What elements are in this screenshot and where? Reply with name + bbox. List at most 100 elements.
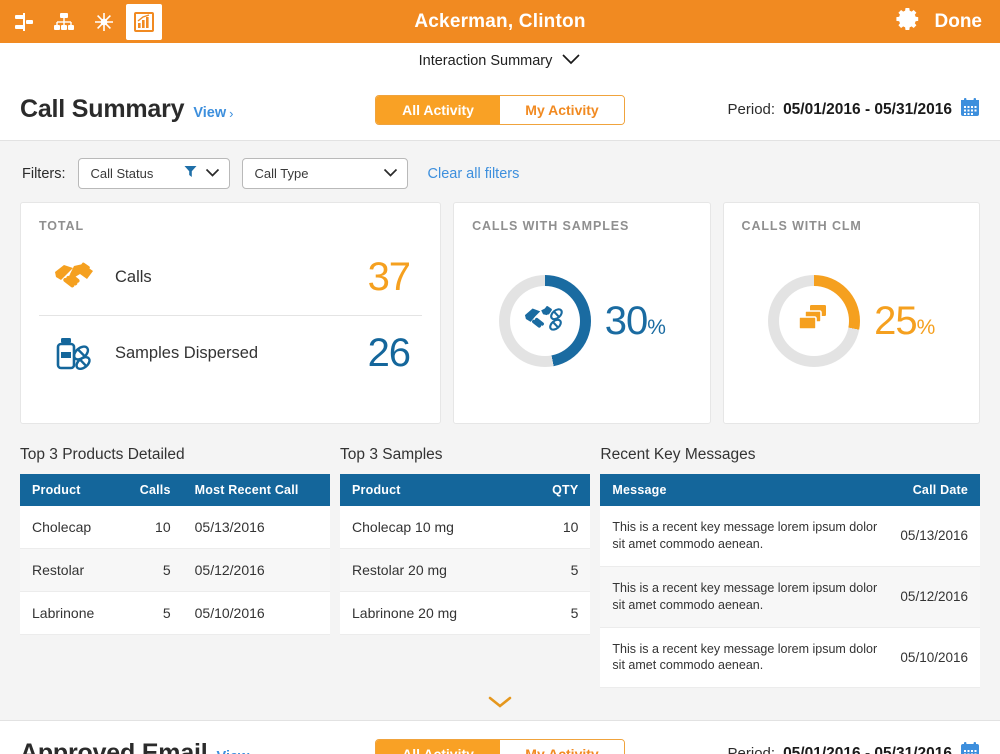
hierarchy-icon[interactable] <box>46 4 82 40</box>
donut-chart-clm <box>768 275 860 367</box>
table-row[interactable]: This is a recent key message lorem ipsum… <box>600 566 980 627</box>
gear-icon[interactable] <box>895 6 921 37</box>
table-header-row: Message Call Date <box>600 474 980 506</box>
donut-chart-samples <box>499 275 591 367</box>
cell-product: Cholecap <box>20 506 119 549</box>
tab-my-activity[interactable]: My Activity <box>500 740 624 754</box>
call-summary-header: Call Summary View › All Activity My Acti… <box>0 79 1000 141</box>
calendar-icon[interactable] <box>960 741 980 754</box>
total-calls-row: Calls 37 <box>39 239 422 315</box>
cell-qty: 10 <box>520 506 590 549</box>
cell-message: This is a recent key message lorem ipsum… <box>600 627 888 688</box>
call-summary-title-group: Call Summary View › <box>20 95 233 124</box>
column-header-call-date[interactable]: Call Date <box>888 474 980 506</box>
calls-with-samples-gauge: 30% <box>472 233 691 409</box>
table-row[interactable]: Restolar 5 05/12/2016 <box>20 549 330 592</box>
top-samples-caption: Top 3 Samples <box>340 446 590 464</box>
expand-section-button[interactable] <box>0 688 1000 720</box>
cell-calls: 5 <box>119 549 182 592</box>
tab-all-activity[interactable]: All Activity <box>376 740 500 754</box>
call-status-dropdown[interactable]: Call Status <box>78 158 230 189</box>
interaction-summary-selector[interactable]: Interaction Summary <box>0 43 1000 79</box>
done-button[interactable]: Done <box>935 11 983 33</box>
total-card: TOTAL Calls 37 <box>20 202 441 424</box>
call-summary-period: Period: 05/01/2016 - 05/31/2016 <box>728 97 980 122</box>
call-summary-activity-toggle[interactable]: All Activity My Activity <box>375 95 625 125</box>
network-hub-icon[interactable] <box>86 4 122 40</box>
cell-product: Cholecap 10 mg <box>340 506 520 549</box>
bar-chart-icon[interactable] <box>126 4 162 40</box>
table-header-row: Product Calls Most Recent Call <box>20 474 330 506</box>
cell-product: Restolar 20 mg <box>340 549 520 592</box>
top-products-block: Top 3 Products Detailed Product Calls Mo… <box>20 446 330 688</box>
total-calls-value: 37 <box>368 255 411 300</box>
calls-with-clm-card: CALLS WITH CLM <box>723 202 980 424</box>
chevron-right-icon: › <box>252 750 256 754</box>
cell-message: This is a recent key message lorem ipsum… <box>600 506 888 566</box>
period-value: 05/01/2016 - 05/31/2016 <box>783 101 952 119</box>
calendar-icon[interactable] <box>960 97 980 122</box>
cell-most-recent-call: 05/12/2016 <box>183 549 330 592</box>
column-header-qty[interactable]: QTY <box>520 474 590 506</box>
period-label: Period: <box>728 745 776 754</box>
approved-email-view-link[interactable]: View › <box>217 749 257 754</box>
chevron-right-icon: › <box>229 106 233 121</box>
period-value: 05/01/2016 - 05/31/2016 <box>783 745 952 754</box>
approved-email-activity-toggle[interactable]: All Activity My Activity <box>375 739 625 754</box>
total-calls-label: Calls <box>115 268 152 287</box>
percent-value: 30 <box>605 299 648 343</box>
column-header-most-recent-call[interactable]: Most Recent Call <box>183 474 330 506</box>
timeline-icon[interactable] <box>6 4 42 40</box>
table-row[interactable]: Restolar 20 mg 5 <box>340 549 590 592</box>
cell-most-recent-call: 05/10/2016 <box>183 592 330 635</box>
top-samples-block: Top 3 Samples Product QTY Cholecap 10 mg… <box>340 446 590 688</box>
table-header-row: Product QTY <box>340 474 590 506</box>
column-header-product[interactable]: Product <box>20 474 119 506</box>
call-type-label: Call Type <box>255 166 375 181</box>
column-header-message[interactable]: Message <box>600 474 888 506</box>
stat-card-row: TOTAL Calls 37 <box>0 202 1000 424</box>
cell-product: Labrinone 20 mg <box>340 592 520 635</box>
cell-call-date: 05/13/2016 <box>888 506 980 566</box>
total-samples-value: 26 <box>368 331 411 376</box>
view-link-label: View <box>217 749 250 754</box>
table-row[interactable]: This is a recent key message lorem ipsum… <box>600 506 980 566</box>
percent-value: 25 <box>874 299 917 343</box>
handshake-icon <box>53 260 101 294</box>
table-row[interactable]: Cholecap 10 05/13/2016 <box>20 506 330 549</box>
cell-calls: 10 <box>119 506 182 549</box>
call-status-label: Call Status <box>91 166 176 181</box>
period-label: Period: <box>728 101 776 118</box>
donut-hole <box>779 286 849 356</box>
cell-product: Labrinone <box>20 592 119 635</box>
table-row[interactable]: Labrinone 5 05/10/2016 <box>20 592 330 635</box>
app-top-bar: Ackerman, Clinton Done <box>0 0 1000 43</box>
cell-call-date: 05/12/2016 <box>888 566 980 627</box>
call-summary-view-link[interactable]: View › <box>193 105 233 121</box>
tab-all-activity[interactable]: All Activity <box>376 96 500 124</box>
view-link-label: View <box>193 105 226 121</box>
table-row[interactable]: This is a recent key message lorem ipsum… <box>600 627 980 688</box>
table-row[interactable]: Labrinone 20 mg 5 <box>340 592 590 635</box>
call-summary-title: Call Summary <box>20 95 184 124</box>
donut-hole <box>510 286 580 356</box>
recent-key-messages-block: Recent Key Messages Message Call Date Th… <box>600 446 980 688</box>
table-row[interactable]: Cholecap 10 mg 10 <box>340 506 590 549</box>
percent-symbol: % <box>647 316 665 339</box>
calls-with-samples-title: CALLS WITH SAMPLES <box>472 219 691 233</box>
call-type-dropdown[interactable]: Call Type <box>242 158 408 189</box>
chevron-down-icon <box>205 165 220 183</box>
approved-email-header: Approved Email View › All Activity My Ac… <box>0 720 1000 754</box>
percent-symbol: % <box>917 316 935 339</box>
filters-bar: Filters: Call Status Call Type Clear all… <box>0 141 1000 202</box>
column-header-product[interactable]: Product <box>340 474 520 506</box>
cell-qty: 5 <box>520 549 590 592</box>
approved-email-title: Approved Email <box>20 739 208 754</box>
column-header-calls[interactable]: Calls <box>119 474 182 506</box>
approved-email-period: Period: 05/01/2016 - 05/31/2016 <box>728 741 980 754</box>
cell-calls: 5 <box>119 592 182 635</box>
topbar-right-group: Done <box>895 6 1000 37</box>
clear-all-filters-link[interactable]: Clear all filters <box>428 166 520 182</box>
total-card-title: TOTAL <box>39 219 422 233</box>
tab-my-activity[interactable]: My Activity <box>500 96 624 124</box>
